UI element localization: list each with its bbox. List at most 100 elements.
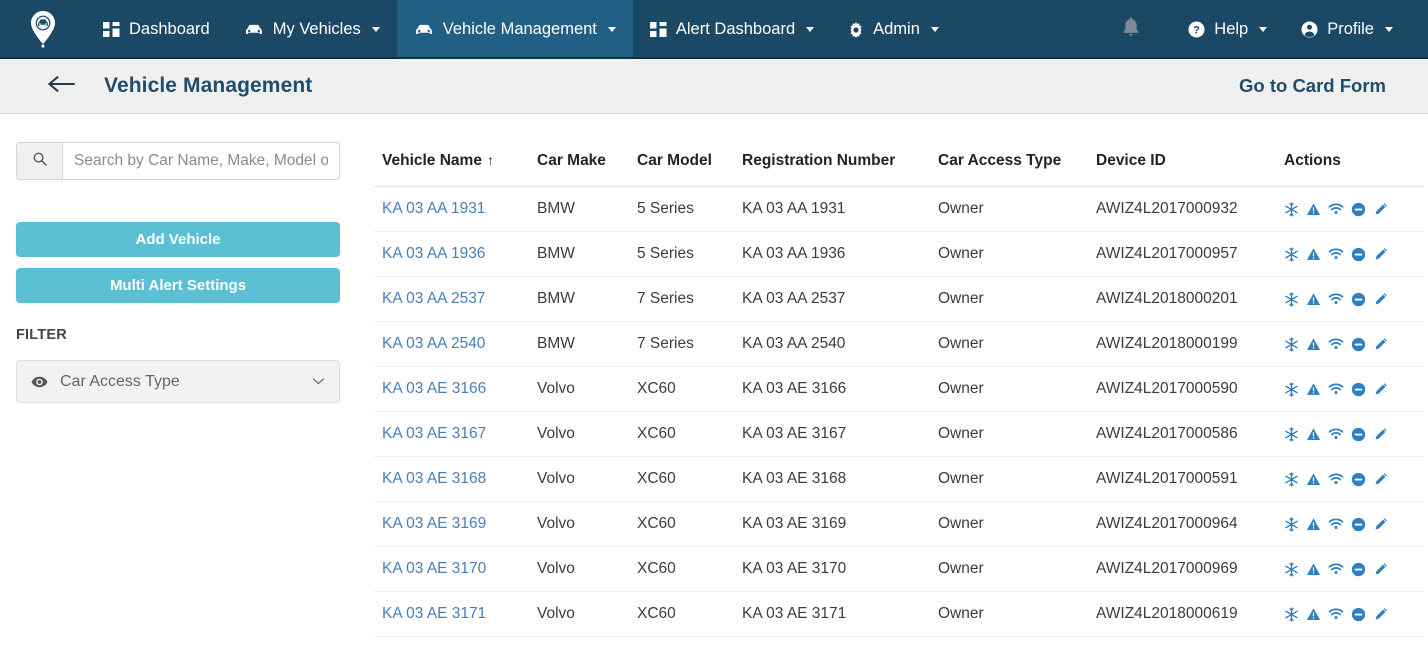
warning-triangle-icon[interactable]: [1306, 472, 1321, 487]
warning-triangle-icon[interactable]: [1306, 607, 1321, 622]
snowflake-icon[interactable]: [1284, 561, 1299, 577]
cell-vehicle-name-text[interactable]: KA 03 AE 3171: [382, 605, 486, 622]
minus-circle-icon[interactable]: [1351, 202, 1366, 217]
pencil-edit-icon[interactable]: [1373, 427, 1388, 442]
pencil-edit-icon[interactable]: [1373, 517, 1388, 532]
minus-circle-icon[interactable]: [1351, 472, 1366, 487]
minus-circle-icon[interactable]: [1351, 337, 1366, 352]
cell-vehicle-name-text[interactable]: KA 03 AE 3167: [382, 425, 486, 442]
minus-circle-icon[interactable]: [1351, 247, 1366, 262]
minus-circle-icon[interactable]: [1351, 607, 1366, 622]
nav-item-my-vehicles[interactable]: My Vehicles: [227, 0, 397, 59]
wifi-icon[interactable]: [1328, 337, 1344, 351]
snowflake-icon[interactable]: [1284, 471, 1299, 487]
nav-item-help[interactable]: ? Help: [1171, 0, 1284, 59]
cell-vehicle-name[interactable]: KA 03 AE 3168: [374, 456, 537, 502]
warning-triangle-icon[interactable]: [1306, 562, 1321, 577]
search-input[interactable]: [63, 143, 339, 179]
snowflake-icon[interactable]: [1284, 336, 1299, 352]
wifi-icon[interactable]: [1328, 202, 1344, 216]
cell-car-make: BMW: [537, 276, 637, 322]
warning-triangle-icon[interactable]: [1306, 202, 1321, 217]
column-header-car-model[interactable]: Car Model: [637, 140, 742, 187]
wifi-icon[interactable]: [1328, 472, 1344, 486]
pencil-edit-icon[interactable]: [1373, 247, 1388, 262]
cell-vehicle-name[interactable]: KA 03 AA 2537: [374, 276, 537, 322]
pencil-edit-icon[interactable]: [1373, 292, 1388, 307]
back-button[interactable]: [46, 74, 76, 99]
cell-vehicle-name[interactable]: KA 03 AA 2540: [374, 321, 537, 367]
search-icon-addon[interactable]: [17, 143, 63, 179]
column-header-device-id[interactable]: Device ID: [1096, 140, 1284, 187]
car-access-type-filter[interactable]: Car Access Type: [16, 360, 340, 403]
brand-logo[interactable]: [0, 0, 86, 59]
cell-vehicle-name-text[interactable]: KA 03 AA 1936: [382, 245, 485, 262]
notifications-button[interactable]: [1101, 0, 1171, 59]
column-header-car-access-type[interactable]: Car Access Type: [938, 140, 1096, 187]
nav-item-dashboard[interactable]: Dashboard: [86, 0, 227, 59]
pencil-edit-icon[interactable]: [1373, 337, 1388, 352]
warning-triangle-icon[interactable]: [1306, 292, 1321, 307]
cell-vehicle-name[interactable]: KA 03 AE 3169: [374, 501, 537, 547]
nav-item-admin[interactable]: Admin: [831, 0, 956, 59]
cell-vehicle-name[interactable]: KA 03 AE 3167: [374, 411, 537, 457]
pencil-edit-icon[interactable]: [1373, 562, 1388, 577]
warning-triangle-icon[interactable]: [1306, 517, 1321, 532]
cell-vehicle-name-text[interactable]: KA 03 AE 3166: [382, 380, 486, 397]
cell-vehicle-name-text[interactable]: KA 03 AE 3168: [382, 470, 486, 487]
actions-group: [1284, 426, 1424, 442]
cell-vehicle-name[interactable]: KA 03 AA 1936: [374, 231, 537, 277]
pencil-edit-icon[interactable]: [1373, 382, 1388, 397]
snowflake-icon[interactable]: [1284, 426, 1299, 442]
cell-vehicle-name-text[interactable]: KA 03 AE 3169: [382, 515, 486, 532]
column-header-car-make[interactable]: Car Make: [537, 140, 637, 187]
wifi-icon[interactable]: [1328, 607, 1344, 621]
wifi-icon[interactable]: [1328, 427, 1344, 441]
column-header-vehicle-name[interactable]: Vehicle Name ↑: [374, 140, 537, 187]
snowflake-icon[interactable]: [1284, 201, 1299, 217]
minus-circle-icon[interactable]: [1351, 562, 1366, 577]
cell-vehicle-name[interactable]: KA 03 AE 3166: [374, 366, 537, 412]
minus-circle-icon[interactable]: [1351, 517, 1366, 532]
wifi-icon[interactable]: [1328, 382, 1344, 396]
cell-vehicle-name[interactable]: KA 03 AA 1931: [374, 186, 537, 232]
cell-vehicle-name[interactable]: KA 03 AE 3171: [374, 591, 537, 637]
warning-triangle-icon[interactable]: [1306, 427, 1321, 442]
go-to-card-form-link[interactable]: Go to Card Form: [1239, 75, 1386, 97]
snowflake-icon[interactable]: [1284, 246, 1299, 262]
warning-triangle-icon[interactable]: [1306, 247, 1321, 262]
wifi-icon[interactable]: [1328, 292, 1344, 306]
cell-vehicle-name-text[interactable]: KA 03 AE 3170: [382, 560, 486, 577]
multi-alert-settings-button[interactable]: Multi Alert Settings: [16, 268, 340, 303]
column-header-registration-number[interactable]: Registration Number: [742, 140, 938, 187]
snowflake-icon[interactable]: [1284, 381, 1299, 397]
wifi-icon[interactable]: [1328, 562, 1344, 576]
snowflake-icon[interactable]: [1284, 291, 1299, 307]
cell-actions: [1284, 231, 1424, 277]
add-vehicle-button[interactable]: Add Vehicle: [16, 222, 340, 257]
actions-group: [1284, 381, 1424, 397]
cell-car-access-type: Owner: [938, 456, 1096, 502]
warning-triangle-icon[interactable]: [1306, 337, 1321, 352]
wifi-icon[interactable]: [1328, 517, 1344, 531]
minus-circle-icon[interactable]: [1351, 382, 1366, 397]
cell-vehicle-name-text[interactable]: KA 03 AA 2540: [382, 335, 485, 352]
pencil-edit-icon[interactable]: [1373, 202, 1388, 217]
pencil-edit-icon[interactable]: [1373, 472, 1388, 487]
pencil-edit-icon[interactable]: [1373, 607, 1388, 622]
question-circle-icon: ?: [1188, 21, 1205, 38]
cell-car-model-text: XC60: [637, 515, 676, 532]
warning-triangle-icon[interactable]: [1306, 382, 1321, 397]
snowflake-icon[interactable]: [1284, 516, 1299, 532]
cell-vehicle-name[interactable]: KA 03 AE 3170: [374, 546, 537, 592]
cell-vehicle-name-text[interactable]: KA 03 AA 1931: [382, 200, 485, 217]
cell-actions: [1284, 591, 1424, 637]
nav-item-profile[interactable]: Profile: [1284, 0, 1410, 59]
nav-item-vehicle-management[interactable]: Vehicle Management: [396, 0, 633, 59]
minus-circle-icon[interactable]: [1351, 292, 1366, 307]
snowflake-icon[interactable]: [1284, 606, 1299, 622]
nav-item-alert-dashboard[interactable]: Alert Dashboard: [633, 0, 831, 59]
minus-circle-icon[interactable]: [1351, 427, 1366, 442]
wifi-icon[interactable]: [1328, 247, 1344, 261]
cell-vehicle-name-text[interactable]: KA 03 AA 2537: [382, 290, 485, 307]
